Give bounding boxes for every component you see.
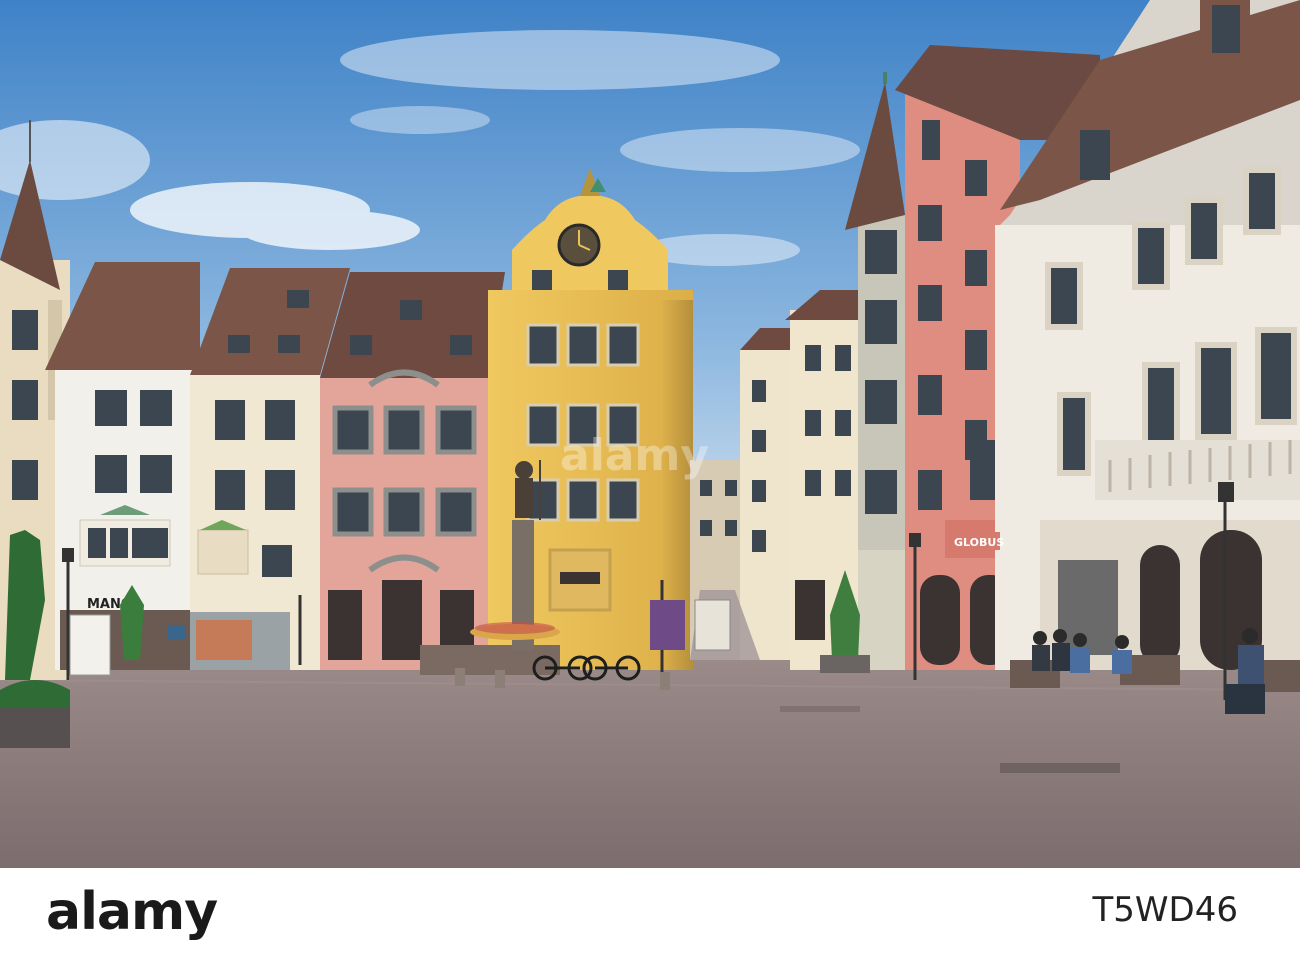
town-square-photo: MANOR GLOBUS alamy [0, 0, 1300, 868]
watermark-bar: alamy T5WD46 [0, 868, 1300, 958]
photo-watermark-overlay: alamy [560, 430, 709, 481]
globus-sign: GLOBUS [954, 536, 1004, 549]
stock-photo: MANOR GLOBUS alamy alamy T5WD46 [0, 0, 1300, 958]
alamy-logo: alamy [46, 882, 218, 942]
image-id: T5WD46 [1092, 890, 1238, 930]
pink-baroque-building [320, 272, 505, 670]
town-square-illustration: MANOR GLOBUS alamy [0, 0, 1300, 868]
